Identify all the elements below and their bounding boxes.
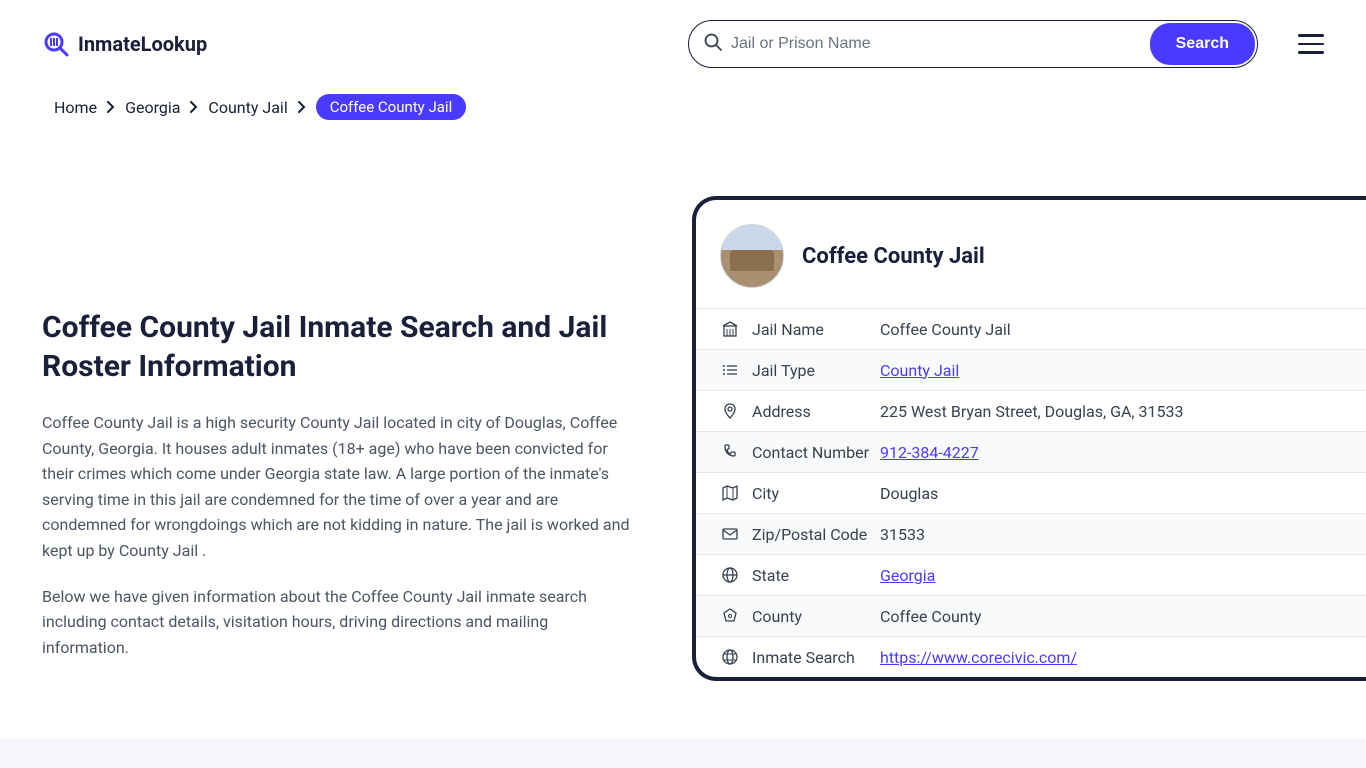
jail-avatar [720,224,784,288]
info-label: State [752,566,880,585]
info-label: County [752,607,880,626]
info-value: Coffee County Jail [880,320,1011,339]
info-link[interactable]: Georgia [880,566,935,585]
info-label: Jail Type [752,361,880,380]
info-label: Inmate Search [752,648,880,667]
breadcrumb-state[interactable]: Georgia [125,98,180,117]
hamburger-line [1298,43,1324,46]
pentagon-icon [720,606,740,626]
breadcrumb-home[interactable]: Home [54,98,97,117]
page-title: Coffee County Jail Inmate Search and Jai… [42,308,632,386]
footer-spacer [0,738,1366,768]
hamburger-line [1298,51,1324,54]
info-row: Zip/Postal Code31533 [696,513,1366,554]
building-icon [720,319,740,339]
breadcrumb-type[interactable]: County Jail [208,98,287,117]
info-card: Coffee County Jail Jail NameCoffee Count… [692,196,1366,681]
search-container: Search [688,20,1258,68]
phone-icon [720,442,740,462]
menu-button[interactable] [1298,34,1324,54]
chevron-right-icon [190,98,198,117]
info-link[interactable]: https://www.corecivic.com/ [880,648,1077,667]
description-para-2: Below we have given information about th… [42,584,632,661]
info-label: Jail Name [752,320,880,339]
breadcrumb: Home Georgia County Jail Coffee County J… [0,88,1366,136]
info-label: Address [752,402,880,421]
card-title: Coffee County Jail [802,244,985,269]
chevron-right-icon [298,98,306,117]
globe-icon [720,565,740,585]
info-row: StateGeorgia [696,554,1366,595]
map-icon [720,483,740,503]
chevron-right-icon [107,98,115,117]
search-icon [703,32,723,56]
info-label: City [752,484,880,503]
info-value: 31533 [880,525,925,544]
info-row: Inmate Searchhttps://www.corecivic.com/ [696,636,1366,677]
info-row: CityDouglas [696,472,1366,513]
info-label: Zip/Postal Code [752,525,880,544]
search-input[interactable] [723,25,1134,63]
info-row: CountyCoffee County [696,595,1366,636]
info-value: 225 West Bryan Street, Douglas, GA, 3153… [880,402,1183,421]
breadcrumb-current: Coffee County Jail [316,94,467,120]
mail-icon [720,524,740,544]
logo[interactable]: InmateLookup [42,30,207,58]
info-row: Contact Number912-384-4227 [696,431,1366,472]
info-row: Address225 West Bryan Street, Douglas, G… [696,390,1366,431]
search-button[interactable]: Search [1150,23,1255,65]
info-link[interactable]: County Jail [880,361,959,380]
info-label: Contact Number [752,443,880,462]
description-para-1: Coffee County Jail is a high security Co… [42,410,632,564]
info-value: Douglas [880,484,938,503]
hamburger-line [1298,34,1324,37]
info-row: Jail TypeCounty Jail [696,349,1366,390]
info-value: Coffee County [880,607,981,626]
logo-icon [42,30,70,58]
info-link[interactable]: 912-384-4227 [880,443,979,462]
info-row: Jail NameCoffee County Jail [696,308,1366,349]
list-icon [720,360,740,380]
brand-name: InmateLookup [78,32,207,56]
web-icon [720,647,740,667]
pin-icon [720,401,740,421]
